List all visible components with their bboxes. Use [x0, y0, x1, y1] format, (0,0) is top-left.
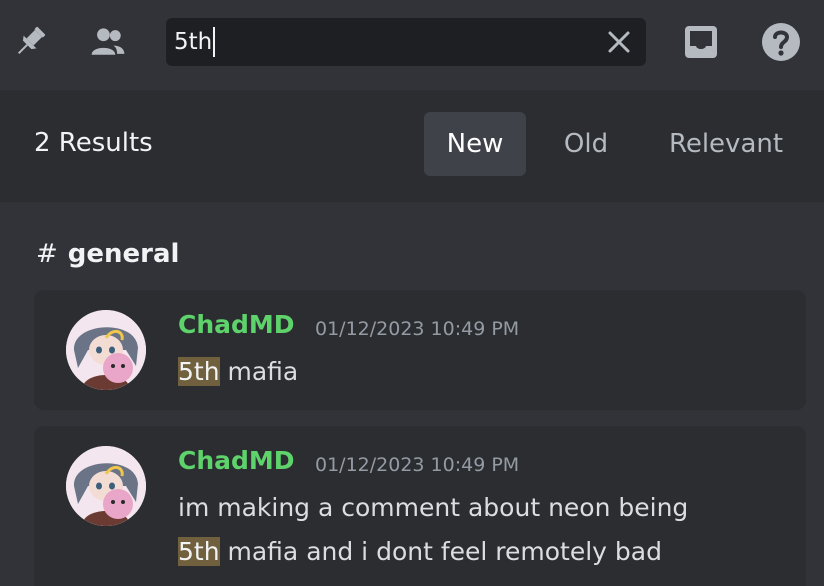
inbox-icon[interactable] [681, 22, 721, 62]
tab-old[interactable]: Old [540, 112, 632, 176]
help-icon[interactable] [761, 22, 801, 62]
pin-icon[interactable] [10, 22, 50, 62]
tab-new[interactable]: New [424, 112, 526, 176]
search-result-card[interactable]: ChadMD 01/12/2023 10:49 PM 5th mafia [34, 290, 806, 410]
search-match-highlight: 5th [178, 537, 220, 566]
search-query: 5th [174, 29, 213, 55]
message-text: mafia and i dont feel remotely bad [219, 537, 662, 566]
channel-heading[interactable]: # general [36, 236, 179, 272]
channel-name: general [67, 239, 180, 269]
tab-relevant[interactable]: Relevant [650, 112, 802, 176]
results-count: 2 Results [34, 128, 153, 158]
message-content: 5th mafia [178, 350, 298, 394]
results-header: 2 Results New Old Relevant [0, 90, 824, 202]
avatar[interactable] [66, 310, 146, 390]
text-caret [213, 27, 216, 57]
message-timestamp: 01/12/2023 10:49 PM [315, 454, 520, 476]
message-line: im making a comment about neon being [178, 486, 688, 530]
message-author[interactable]: ChadMD [178, 446, 295, 475]
channel-hash-icon: # [36, 239, 58, 269]
search-toolbar: 5th [0, 0, 824, 90]
message-author[interactable]: ChadMD [178, 310, 295, 339]
message-text: im making a comment about neon being [178, 493, 689, 522]
search-box[interactable]: 5th [166, 18, 646, 66]
avatar[interactable] [66, 446, 146, 526]
search-result-card[interactable]: ChadMD 01/12/2023 10:49 PM im making a c… [34, 426, 806, 586]
search-input[interactable]: 5th [174, 25, 594, 59]
members-icon[interactable] [88, 22, 128, 62]
search-match-highlight: 5th [178, 357, 220, 386]
message-content: im making a comment about neon being 5th… [178, 486, 688, 574]
message-timestamp: 01/12/2023 10:49 PM [315, 318, 520, 340]
message-text: mafia [219, 357, 299, 386]
message-line: 5th mafia and i dont feel remotely bad [178, 530, 688, 574]
clear-search-icon[interactable] [606, 29, 632, 55]
